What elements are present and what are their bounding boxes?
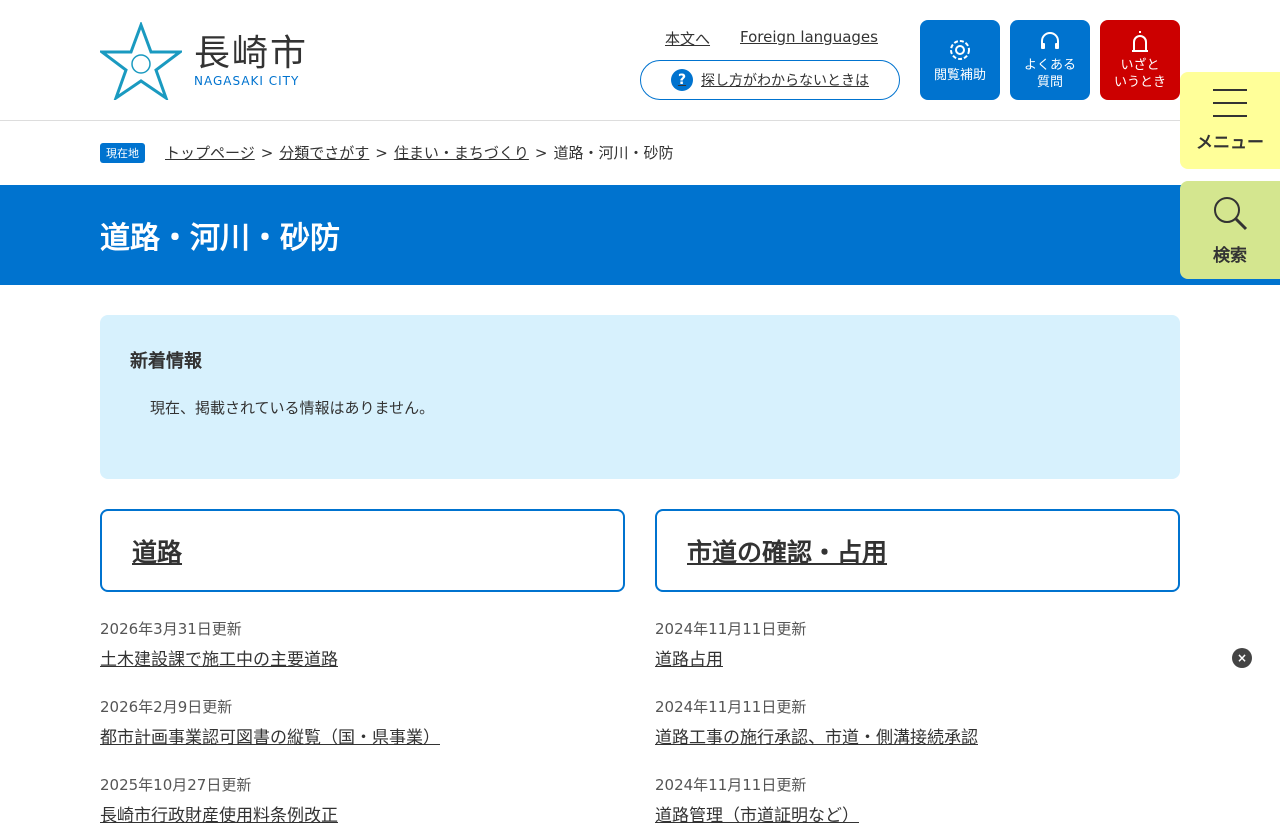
update-date: 2026年2月9日更新 (100, 698, 233, 716)
faq-button[interactable]: よくある 質問 (1010, 20, 1090, 100)
list-item: 2026年3月31日更新土木建設課で施工中の主要道路 (100, 618, 625, 670)
gear-icon (950, 40, 970, 60)
breadcrumb-separator: > (534, 143, 548, 162)
news-empty-text: 現在、掲載されている情報はありません。 (150, 399, 435, 417)
article-link[interactable]: 道路占用 (655, 650, 723, 670)
accessibility-label: 閲覧補助 (933, 68, 986, 83)
breadcrumb: 現在地 トップページ > 分類でさがす > 住まい・まちづくり > 道路・河川・… (100, 142, 673, 163)
article-link[interactable]: 土木建設課で施工中の主要道路 (100, 650, 338, 670)
article-link[interactable]: 長崎市行政財産使用料条例改正 (100, 806, 338, 826)
category-roads: 道路 2026年3月31日更新土木建設課で施工中の主要道路 2026年2月9日更… (100, 509, 625, 826)
question-icon: ? (671, 69, 693, 91)
category-heading-link[interactable]: 道路 (132, 533, 182, 569)
accessibility-button[interactable]: 閲覧補助 (920, 20, 1000, 100)
menu-label: メニュー (1196, 133, 1264, 153)
menu-button[interactable]: メニュー (1180, 72, 1280, 169)
breadcrumb-separator: > (375, 143, 388, 162)
search-button[interactable]: 検索 (1180, 181, 1280, 279)
list-item: 2026年2月9日更新都市計画事業認可図書の縦覧（国・県事業） (100, 696, 625, 748)
update-date: 2026年3月31日更新 (100, 620, 242, 638)
article-link[interactable]: 道路工事の施行承認、市道・側溝接続承認 (655, 728, 978, 748)
search-help-label: 探し方がわからないときは (701, 73, 869, 89)
emergency-label-1: いざと (1120, 57, 1160, 73)
update-date: 2024年11月11日更新 (655, 698, 807, 716)
breadcrumb-housing[interactable]: 住まい・まちづくり (394, 142, 529, 163)
faq-label-2: 質問 (1036, 74, 1063, 90)
news-heading: 新着情報 (130, 351, 202, 372)
breadcrumb-home[interactable]: トップページ (165, 142, 255, 163)
breadcrumb-separator: > (260, 143, 274, 162)
list-item: 2024年11月11日更新道路管理（市道証明など） (655, 774, 1180, 826)
category-heading-link[interactable]: 市道の確認・占用 (687, 533, 887, 569)
page-title-banner: 道路・河川・砂防 (0, 185, 1280, 285)
page-title: 道路・河川・砂防 (100, 221, 340, 256)
hamburger-icon (1213, 89, 1247, 117)
foreign-languages-link[interactable]: Foreign languages (740, 28, 878, 49)
breadcrumb-current: 道路・河川・砂防 (553, 144, 674, 162)
skip-to-content-link[interactable]: 本文へ (665, 28, 710, 49)
logo-name: 長崎市 (194, 33, 309, 74)
site-logo[interactable]: 長崎市 NAGASAKI CITY (100, 22, 308, 100)
search-label: 検索 (1213, 245, 1247, 266)
list-item: 2025年10月27日更新長崎市行政財産使用料条例改正 (100, 774, 625, 826)
faq-label-1: よくある (1023, 57, 1076, 73)
update-date: 2024年11月11日更新 (655, 620, 807, 638)
news-box: 新着情報 現在、掲載されている情報はありません。 (100, 315, 1180, 479)
article-link[interactable]: 都市計画事業認可図書の縦覧（国・県事業） (100, 728, 440, 748)
article-link[interactable]: 道路管理（市道証明など） (655, 806, 859, 826)
logo-english: NAGASAKI CITY (194, 74, 300, 88)
alarm-light-icon (1132, 30, 1148, 52)
site-header: 長崎市 NAGASAKI CITY 本文へ Foreign languages … (0, 0, 1280, 121)
star-logo-icon (100, 22, 182, 100)
search-icon (1214, 196, 1248, 230)
breadcrumb-category[interactable]: 分類でさがす (279, 142, 369, 163)
emergency-button[interactable]: いざと いうとき (1100, 20, 1180, 100)
headset-icon (1041, 31, 1059, 49)
list-item: 2024年11月11日更新 道路占用 (655, 618, 1180, 670)
emergency-label-2: いうとき (1113, 74, 1166, 90)
current-location-badge: 現在地 (100, 142, 145, 163)
update-date: 2025年10月27日更新 (100, 776, 252, 794)
close-icon[interactable]: × (1232, 648, 1252, 668)
update-date: 2024年11月11日更新 (655, 776, 807, 794)
search-help-button[interactable]: ? 探し方がわからないときは (640, 60, 900, 100)
list-item: 2024年11月11日更新道路工事の施行承認、市道・側溝接続承認 (655, 696, 1180, 748)
category-city-roads: 市道の確認・占用 2024年11月11日更新 道路占用 2024年11月11日更新… (655, 509, 1180, 826)
